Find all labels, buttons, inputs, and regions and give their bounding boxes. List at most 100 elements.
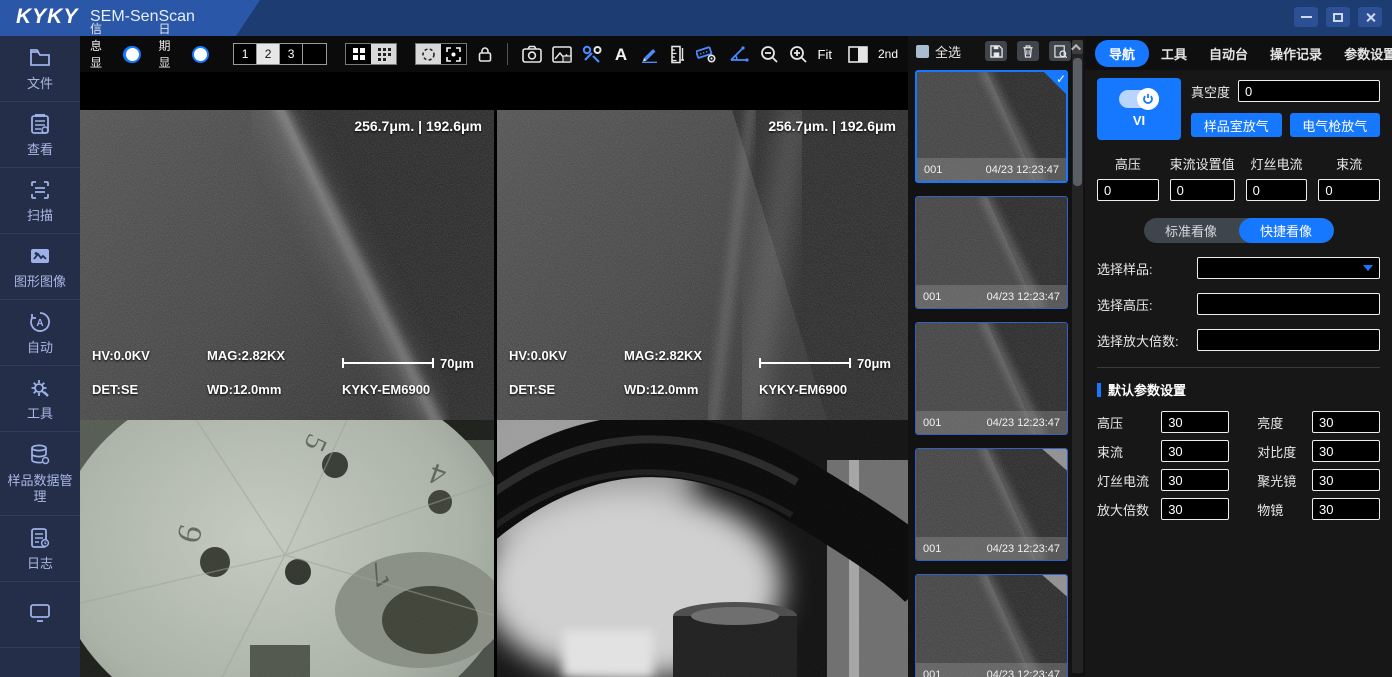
- sidebar-item-auto[interactable]: A 自动: [0, 300, 80, 366]
- capture-button[interactable]: [522, 42, 542, 66]
- readout-field: 束流设置值: [1170, 154, 1235, 201]
- quick-imaging-button[interactable]: 快捷看像: [1239, 218, 1334, 243]
- draw-annotation-button[interactable]: [640, 42, 659, 66]
- voltage-select-input[interactable]: [1197, 293, 1380, 315]
- tab-navigation[interactable]: 导航: [1095, 40, 1149, 67]
- thumbnail-item[interactable]: 001 04/23 12:23:47: [915, 448, 1068, 561]
- viewport-area: 256.7μm. | 192.6μm HV:0.0KV MAG:2.82KX 7…: [80, 72, 908, 677]
- beam-setpoint-input[interactable]: [1170, 179, 1235, 201]
- select-all-checkbox[interactable]: [916, 45, 929, 58]
- default-beam-current-input[interactable]: [1161, 440, 1229, 462]
- vacuum-controls: 真空度 样品室放气 电气枪放气: [1191, 78, 1380, 140]
- minimize-button[interactable]: [1294, 7, 1318, 27]
- default-filament-current-input[interactable]: [1161, 469, 1229, 491]
- quadrant-4-button[interactable]: [303, 44, 326, 64]
- full-frame-button[interactable]: [441, 44, 466, 64]
- default-objective-input[interactable]: [1312, 498, 1380, 520]
- auto-icon: A: [28, 310, 52, 334]
- close-button[interactable]: [1358, 7, 1382, 27]
- tab-parameter-settings[interactable]: 参数设置: [1334, 40, 1392, 67]
- vacuum-value-input[interactable]: [1238, 80, 1380, 102]
- thumbnail-item[interactable]: 001 04/23 12:23:47: [915, 322, 1068, 435]
- tab-auto-stage[interactable]: 自动台: [1199, 40, 1258, 67]
- snapshot-button[interactable]: [552, 42, 572, 66]
- thumbnail-item[interactable]: 001 04/23 12:23:47: [915, 574, 1068, 677]
- app-window: KYKY SEM-SenScan 文件 查看 扫描 图形图像 A 自动: [0, 0, 1392, 677]
- sidebar-item-scan[interactable]: 扫描: [0, 168, 80, 234]
- measure-view-button[interactable]: [696, 42, 718, 66]
- voltage-select[interactable]: [1197, 293, 1380, 315]
- quadrant-2-button[interactable]: 2: [257, 44, 280, 64]
- param-label: 亮度: [1257, 413, 1306, 432]
- preview-images-button[interactable]: [1049, 41, 1071, 61]
- sem-info-overlay: HV:0.0KV MAG:2.82KX 70μm 2024.07.23 14:4…: [497, 348, 908, 412]
- sem-viewport-1[interactable]: 256.7μm. | 192.6μm HV:0.0KV MAG:2.82KX 7…: [80, 110, 494, 420]
- sidebar-item-graphics[interactable]: 图形图像: [0, 234, 80, 300]
- zoom-out-button[interactable]: [760, 42, 779, 66]
- quadrant-selector: 1 2 3: [233, 43, 327, 65]
- thumbnail-time: 04/23 12:23:47: [987, 543, 1060, 555]
- angle-measure-button[interactable]: [728, 42, 750, 66]
- high-voltage-input[interactable]: [1097, 179, 1159, 201]
- imaging-mode-switch: 标准看像 快捷看像: [1144, 218, 1334, 243]
- sample-select-input[interactable]: [1197, 257, 1380, 279]
- ruler-measure-button[interactable]: [669, 42, 686, 66]
- magnification-select-input[interactable]: [1197, 329, 1380, 351]
- tab-operation-log[interactable]: 操作记录: [1260, 40, 1332, 67]
- fit-button[interactable]: Fit: [818, 47, 832, 62]
- save-images-button[interactable]: [985, 41, 1007, 61]
- default-contrast-input[interactable]: [1312, 440, 1380, 462]
- quadrant-3-button[interactable]: 3: [280, 44, 303, 64]
- chamber-camera-viewport-1[interactable]: 6 7 4 5: [80, 420, 494, 677]
- filament-current-input[interactable]: [1246, 179, 1308, 201]
- sidebar-item-partial[interactable]: [0, 582, 80, 648]
- thumbnail-item[interactable]: 001 04/23 12:23:47: [915, 196, 1068, 309]
- sidebar-item-view[interactable]: 查看: [0, 102, 80, 168]
- scan-icon: [28, 178, 52, 202]
- param-row: 灯丝电流 聚光镜: [1097, 469, 1380, 491]
- standard-imaging-button[interactable]: 标准看像: [1144, 218, 1239, 243]
- thumbnail-item[interactable]: ✓ 001 04/23 12:23:47: [915, 70, 1068, 183]
- info-display-toggle[interactable]: [123, 46, 140, 63]
- sidebar-item-log[interactable]: 日志: [0, 516, 80, 582]
- default-brightness-input[interactable]: [1312, 411, 1380, 433]
- text-annotation-button[interactable]: A: [612, 42, 630, 66]
- sem-viewport-2[interactable]: 256.7μm. | 192.6μm HV:0.0KV MAG:2.82KX 7…: [497, 110, 908, 420]
- beam-current-input[interactable]: [1318, 179, 1380, 201]
- readout-label: 束流: [1336, 154, 1362, 173]
- delete-images-button[interactable]: [1017, 41, 1039, 61]
- zoom-in-button[interactable]: [789, 42, 808, 66]
- scroll-up-button[interactable]: [1072, 40, 1083, 54]
- sample-select[interactable]: [1197, 257, 1380, 279]
- chamber-camera-viewport-2[interactable]: [497, 420, 908, 677]
- coarse-grid-button[interactable]: [346, 44, 371, 64]
- fine-grid-button[interactable]: [371, 44, 396, 64]
- split-view-button[interactable]: [848, 42, 868, 66]
- second-display-button[interactable]: 2nd: [878, 47, 898, 61]
- quadrant-1-button[interactable]: 1: [234, 44, 257, 64]
- adjust-tools-button[interactable]: [582, 42, 602, 66]
- vent-chamber-button[interactable]: 样品室放气: [1191, 113, 1282, 137]
- date-display-toggle[interactable]: [192, 46, 209, 63]
- default-magnification-input[interactable]: [1161, 498, 1229, 520]
- thumbnail-caption: 001 04/23 12:23:47: [916, 285, 1067, 308]
- scrollbar-thumb[interactable]: [1073, 58, 1082, 186]
- default-condenser-input[interactable]: [1312, 469, 1380, 491]
- tab-tools[interactable]: 工具: [1151, 40, 1197, 67]
- readout-label: 灯丝电流: [1250, 154, 1302, 173]
- sidebar-item-sample-data[interactable]: 样品数据管理: [0, 432, 80, 516]
- vent-gun-button[interactable]: 电气枪放气: [1290, 113, 1381, 137]
- vi-toggle[interactable]: [1119, 90, 1159, 108]
- default-high-voltage-input[interactable]: [1161, 411, 1229, 433]
- magnification-select[interactable]: [1197, 329, 1380, 351]
- maximize-button[interactable]: [1326, 7, 1350, 27]
- sidebar-item-tools[interactable]: 工具: [0, 366, 80, 432]
- sem-info-overlay: HV:0.0KV MAG:2.82KX 70μm 2024.07.23 14:4…: [80, 348, 494, 412]
- scalebar-icon: [759, 357, 851, 369]
- thumbnail-scrollbar[interactable]: [1072, 40, 1083, 673]
- sidebar-item-files[interactable]: 文件: [0, 36, 80, 102]
- default-params-header: 默认参数设置: [1097, 380, 1380, 399]
- spot-focus-button[interactable]: [416, 44, 441, 64]
- vi-vacuum-card[interactable]: VI: [1097, 78, 1181, 140]
- lock-button[interactable]: [477, 42, 493, 66]
